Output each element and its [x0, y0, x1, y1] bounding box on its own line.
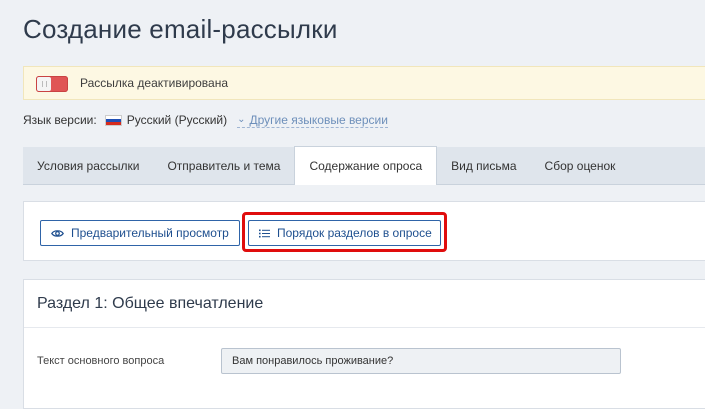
eye-icon: [51, 229, 64, 237]
language-row: Язык версии: Русский (Русский) ⌄ Другие …: [23, 112, 388, 128]
russian-flag-icon: [104, 114, 122, 126]
language-label: Язык версии:: [23, 113, 97, 127]
highlight-box: [242, 212, 447, 252]
toggle-knob[interactable]: [37, 77, 51, 91]
survey-section: Раздел 1: Общее впечатление Текст основн…: [23, 279, 705, 409]
tab-mailing-conditions[interactable]: Условия рассылки: [23, 147, 153, 185]
notice-text: Рассылка деактивирована: [80, 76, 229, 90]
activation-toggle[interactable]: [36, 76, 68, 92]
tab-survey-content[interactable]: Содержание опроса: [294, 146, 438, 185]
status-notice: Рассылка деактивирована: [23, 66, 705, 100]
language-current: Русский (Русский): [126, 113, 228, 127]
tab-bar: Условия рассылки Отправитель и тема Соде…: [23, 146, 705, 185]
chevron-down-icon: ⌄: [237, 113, 246, 125]
other-language-versions-link[interactable]: ⌄ Другие языковые версии: [237, 113, 388, 128]
tab-ratings-collection[interactable]: Сбор оценок: [531, 147, 630, 185]
preview-button[interactable]: Предварительный просмотр: [40, 220, 240, 246]
section-divider: [24, 327, 705, 328]
section-title: Раздел 1: Общее впечатление: [37, 295, 264, 312]
tab-email-view[interactable]: Вид письма: [437, 147, 530, 185]
main-question-input[interactable]: [221, 348, 621, 374]
other-language-versions-label: Другие языковые версии: [249, 112, 388, 127]
page-title: Создание email-рассылки: [23, 14, 338, 44]
preview-button-label: Предварительный просмотр: [71, 226, 229, 240]
main-question-label: Текст основного вопроса: [37, 355, 165, 367]
tab-sender-and-subject[interactable]: Отправитель и тема: [153, 147, 294, 185]
